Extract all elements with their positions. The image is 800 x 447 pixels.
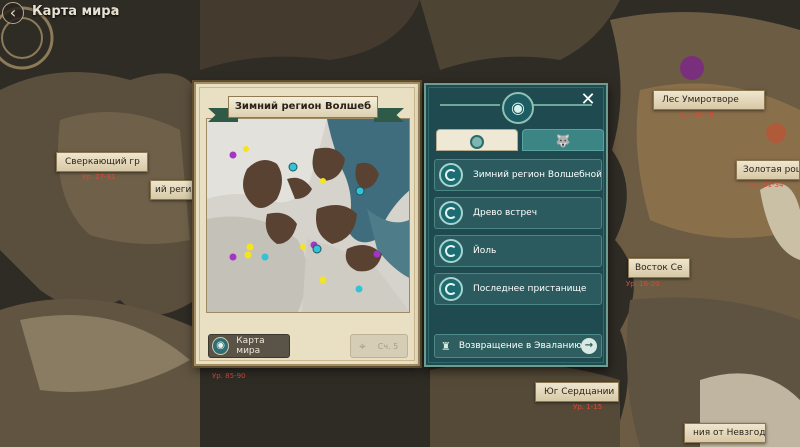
portal-icon [439, 277, 463, 301]
globe-emblem-icon: ◉ [502, 92, 534, 124]
locate-button-label: Сч. 5 [377, 341, 399, 351]
portal-icon [439, 201, 463, 225]
world-map-button-label: Карта мира [236, 336, 265, 356]
castle-icon: ♜ [441, 339, 451, 353]
region-level-peace-forest: Ур. 40-48 [680, 111, 714, 119]
location-list: Зимний регион Волшебной ст Древо встреч … [434, 159, 602, 311]
close-button[interactable]: ✕ [578, 90, 598, 110]
help-icon[interactable]: ? [111, 6, 117, 17]
wolf-tab-icon: 🐺 [555, 134, 571, 148]
crosshair-icon: ⌖ [359, 338, 366, 353]
location-label: Йоль [473, 246, 497, 256]
portal-icon [439, 239, 463, 263]
portal-tab-icon [470, 134, 484, 149]
tab-portals[interactable] [436, 129, 518, 151]
page-title: Карта мира [32, 4, 120, 19]
header-ornament-left [440, 104, 500, 106]
ribbon-right [374, 108, 404, 122]
region-title: Зимний регион Волшеб [228, 96, 378, 118]
minimap-art [207, 119, 409, 312]
return-button-label: Возвращение в Эваланию [458, 341, 582, 351]
region-label-hardship[interactable]: ния от Невзгод [684, 423, 766, 443]
portal-icon [439, 163, 463, 187]
locate-button[interactable]: ⌖ Сч. 5 [350, 334, 408, 358]
arrow-right-icon: → [581, 338, 597, 354]
world-map-button[interactable]: ◉ Карта мира [208, 334, 290, 358]
region-level-east: Ур. 16-20 [626, 280, 660, 288]
close-icon: ✕ [580, 89, 596, 110]
globe-icon: ◉ [212, 337, 230, 355]
region-label-partial[interactable]: ий реги [150, 180, 194, 200]
region-label-golden-grove[interactable]: Золотая рощ [736, 160, 800, 180]
region-level-golden-grove: Ур. 31-34 [750, 181, 784, 189]
location-label: Последнее пристанище [473, 284, 587, 294]
location-label: Зимний регион Волшебной ст [473, 170, 602, 180]
region-label-peace-forest[interactable]: Лес Умиротворе [653, 90, 765, 110]
region-dialog: Зимний регион Волшеб ◉ Карта мира ⌖ Сч. … [194, 82, 420, 366]
region-level-south: Ур. 1-15 [573, 403, 603, 411]
location-item[interactable]: Йоль [434, 235, 602, 267]
locations-dialog: ◉ ✕ 🐺 Зимний регион Волшебной ст Древо в… [424, 83, 608, 367]
region-label-sparkling[interactable]: Сверкающий гр [56, 152, 148, 172]
location-item[interactable]: Последнее пристанище [434, 273, 602, 305]
back-button[interactable]: ‹ [2, 2, 24, 24]
region-label-east[interactable]: Восток Се [628, 258, 690, 278]
region-minimap[interactable] [206, 118, 410, 313]
location-item[interactable]: Зимний регион Волшебной ст [434, 159, 602, 191]
region-level-bottom-left: Ур. 85-90 [212, 372, 246, 380]
region-label-south[interactable]: Юг Сердцании [535, 382, 619, 402]
location-item[interactable]: Древо встреч [434, 197, 602, 229]
back-arrow-icon: ‹ [9, 3, 17, 22]
return-button[interactable]: ♜ Возвращение в Эваланию → [434, 334, 602, 358]
region-level-sparkling: Ур. 27-31 [82, 173, 116, 181]
location-label: Древо встреч [473, 208, 538, 218]
tab-creatures[interactable]: 🐺 [522, 129, 604, 151]
